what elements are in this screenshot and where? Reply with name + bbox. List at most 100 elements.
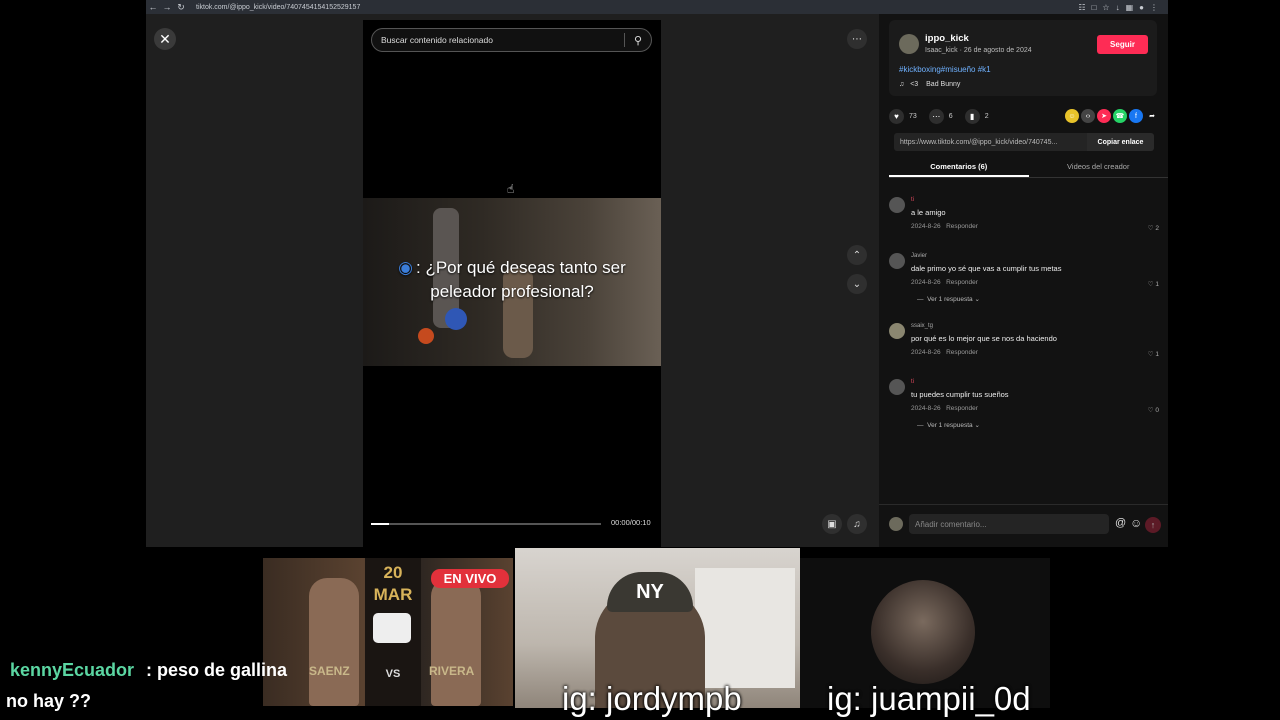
search-placeholder: Buscar contenido relacionado	[381, 35, 493, 45]
creator-name[interactable]: ippo_kick	[925, 33, 969, 44]
send-to-friend-icon[interactable]: ➤	[1097, 109, 1111, 123]
heart-icon: ♥	[889, 108, 904, 124]
reload-icon[interactable]: ↻	[174, 2, 188, 13]
share-arrow-icon[interactable]: ➦	[1145, 109, 1159, 123]
commenter-name[interactable]: ssaix_tg	[911, 323, 933, 329]
view-replies-link[interactable]: — Ver 1 respuesta ⌄	[917, 421, 980, 429]
bookmark-star-icon[interactable]: ☆	[1102, 3, 1109, 12]
reply-link[interactable]: Responder	[946, 223, 978, 230]
poster-vs: VS	[385, 668, 401, 680]
related-search-input[interactable]: Buscar contenido relacionado ⚲	[371, 28, 652, 52]
cam-label-jordy: ig: jordympb	[562, 680, 742, 717]
comment-meta: 2024-8-26 Responder	[911, 279, 978, 286]
fighter-right-name: RIVERA	[429, 664, 475, 678]
player-area: ✕ Buscar contenido relacionado ⚲ ◉: ¿Por…	[146, 14, 879, 547]
reply-link[interactable]: Responder	[946, 405, 978, 412]
heart-outline-icon: ♡	[1147, 351, 1154, 358]
heart-outline-icon: ♡	[1147, 281, 1154, 288]
close-icon[interactable]: ✕	[154, 28, 176, 50]
video-player[interactable]: Buscar contenido relacionado ⚲ ◉: ¿Por q…	[363, 20, 661, 547]
save-stat[interactable]: ▮ 2	[964, 108, 989, 124]
share-options: ☺ ‹› ➤ ☎ f ➦	[1065, 109, 1159, 123]
send-icon[interactable]: ↑	[1145, 517, 1161, 533]
comment-like[interactable]: ♡ 1	[1148, 280, 1159, 288]
hashtags[interactable]: #kickboxing#misueño #k1	[899, 65, 991, 74]
reply-link[interactable]: Responder	[946, 349, 978, 356]
creator-subtitle: Isaac_kick · 26 de agosto de 2024	[925, 47, 1032, 54]
commenter-avatar[interactable]	[889, 197, 905, 213]
comment-stat[interactable]: ⋯ 6	[928, 108, 953, 124]
comment-input[interactable]: Añadir comentario...	[909, 514, 1109, 534]
bookmark-icon: ▮	[964, 108, 980, 124]
stats-row: ♥ 73 ⋯ 6 ▮ 2 ☺ ‹› ➤ ☎ f ➦	[889, 108, 1159, 124]
orange-ball	[418, 328, 434, 344]
download-icon[interactable]: ↓	[1116, 3, 1120, 12]
search-icon[interactable]: ⚲	[625, 34, 651, 47]
chevron-down-icon: ⌄	[974, 422, 980, 429]
commenter-name[interactable]: Javier	[911, 253, 927, 259]
commenter-avatar[interactable]	[889, 253, 905, 269]
install-icon[interactable]: □	[1092, 3, 1097, 12]
comment-like[interactable]: ♡ 2	[1148, 224, 1159, 232]
extensions-icon[interactable]: ▦	[1126, 3, 1134, 12]
back-icon[interactable]: ←	[146, 2, 160, 12]
chevron-up-icon[interactable]: ⌃	[847, 245, 867, 265]
video-caption: ◉: ¿Por qué deseas tanto ser peleador pr…	[398, 258, 626, 301]
commenter-avatar[interactable]	[889, 323, 905, 339]
comment-bar: Añadir comentario... @ ☺ ↑	[879, 504, 1168, 547]
heart-outline-icon: ♡	[1147, 407, 1154, 414]
forward-icon[interactable]: →	[160, 2, 174, 12]
tab-creator-videos[interactable]: Videos del creador	[1029, 158, 1169, 177]
address-bar[interactable]: tiktok.com/@ippo_kick/video/740745415415…	[196, 4, 360, 11]
commenter-name[interactable]: ti	[911, 379, 914, 385]
browser-window: ← → ↻ tiktok.com/@ippo_kick/video/740745…	[146, 0, 1168, 547]
emoji-share-icon[interactable]: ☺	[1065, 109, 1079, 123]
commenter-avatar[interactable]	[889, 379, 905, 395]
pip-icon[interactable]: ▣	[822, 514, 842, 534]
like-stat[interactable]: ♥ 73	[889, 108, 917, 124]
fighter-left-image	[309, 578, 359, 706]
comment-item: ti a le amigo 2024-8-26 Responder ♡ 2	[889, 197, 1159, 237]
chat-message: peso de gallina	[157, 660, 288, 680]
speaking-head-icon: ◉	[398, 258, 414, 277]
link-row: https://www.tiktok.com/@ippo_kick/video/…	[894, 133, 1154, 151]
music-info[interactable]: ♫ <3 Bad Bunny	[899, 81, 960, 88]
fighter-left-name: SAENZ	[309, 664, 350, 678]
translate-icon[interactable]: ☷	[1078, 3, 1085, 12]
follow-button[interactable]: Seguir	[1097, 35, 1148, 54]
tab-comments[interactable]: Comentarios (6)	[889, 158, 1029, 177]
volume-icon[interactable]: ♫	[847, 514, 867, 534]
cap-shelf	[695, 568, 795, 688]
reply-link[interactable]: Responder	[946, 279, 978, 286]
video-progress-bar[interactable]	[371, 523, 601, 525]
poster-date: 20 MAR	[373, 563, 413, 604]
view-replies-link[interactable]: — Ver 1 respuesta ⌄	[917, 295, 980, 303]
commenter-name[interactable]: ti	[911, 197, 914, 203]
comment-meta: 2024-8-26 Responder	[911, 405, 978, 412]
mention-icon[interactable]: @	[1115, 517, 1126, 529]
comment-item: Javier dale primo yo sé que vas a cumpli…	[889, 253, 1159, 308]
heart-outline-icon: ♡	[1147, 225, 1154, 232]
comment-item: ssaix_tg por qué es lo mejor que se nos …	[889, 323, 1159, 363]
mouse-cursor-icon: ☝	[507, 182, 515, 196]
panel-tabs: Comentarios (6) Videos del creador	[889, 158, 1168, 178]
menu-icon[interactable]: ⋮	[1150, 3, 1158, 12]
comment-like[interactable]: ♡ 1	[1148, 350, 1159, 358]
video-frame: ◉: ¿Por qué deseas tanto ser peleador pr…	[363, 198, 661, 366]
creator-card: ippo_kick Isaac_kick · 26 de agosto de 2…	[889, 20, 1157, 96]
browser-toolbar: ← → ↻ tiktok.com/@ippo_kick/video/740745…	[146, 0, 1168, 14]
emoji-icon[interactable]: ☺	[1130, 516, 1142, 530]
comment-like[interactable]: ♡ 0	[1148, 406, 1159, 414]
profile-icon[interactable]: ●	[1139, 3, 1144, 12]
video-link[interactable]: https://www.tiktok.com/@ippo_kick/video/…	[894, 133, 1087, 151]
copy-link-button[interactable]: Copiar enlace	[1087, 133, 1154, 151]
live-badge: EN VIVO	[431, 569, 509, 588]
embed-icon[interactable]: ‹›	[1081, 109, 1095, 123]
more-options-icon[interactable]: ⋯	[847, 29, 867, 49]
comment-text: por qué es lo mejor que se nos da hacien…	[911, 334, 1057, 343]
comment-icon: ⋯	[928, 108, 944, 124]
creator-avatar[interactable]	[899, 34, 919, 54]
facebook-icon[interactable]: f	[1129, 109, 1143, 123]
chevron-down-icon[interactable]: ⌄	[847, 274, 867, 294]
whatsapp-icon[interactable]: ☎	[1113, 109, 1127, 123]
